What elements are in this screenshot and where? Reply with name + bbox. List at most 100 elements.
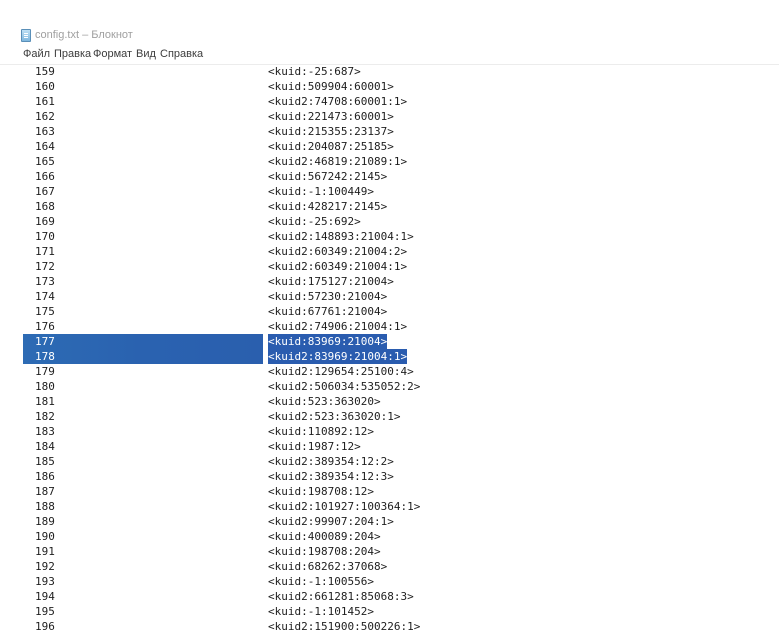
text-line[interactable]: 172 <kuid2:60349:21004:1>: [0, 259, 779, 274]
line-text: <kuid:110892:12>: [268, 425, 374, 438]
line-number: 164: [35, 140, 55, 153]
line-text: <kuid2:46819:21089:1>: [268, 155, 408, 168]
selection-highlight: [23, 334, 263, 349]
text-line[interactable]: 181 <kuid:523:363020>: [0, 394, 779, 409]
menu-edit[interactable]: Правка: [54, 48, 91, 60]
line-number: 180: [35, 380, 55, 393]
menu-file[interactable]: Файл: [23, 48, 50, 60]
line-text: <kuid2:60349:21004:1>: [268, 260, 408, 273]
text-line[interactable]: 194 <kuid2:661281:85068:3>: [0, 589, 779, 604]
text-line[interactable]: 174 <kuid:57230:21004>: [0, 289, 779, 304]
text-line[interactable]: 162 <kuid:221473:60001>: [0, 109, 779, 124]
line-number: 196: [35, 620, 55, 633]
line-text: <kuid:1987:12>: [268, 440, 361, 453]
line-text: <kuid2:74906:21004:1>: [268, 320, 408, 333]
line-number: 182: [35, 410, 55, 423]
line-text: <kuid:428217:2145>: [268, 200, 388, 213]
line-number: 185: [35, 455, 55, 468]
line-text: <kuid:-1:100449>: [268, 185, 374, 198]
text-line[interactable]: 182 <kuid2:523:363020:1>: [0, 409, 779, 424]
line-text: <kuid:-25:687>: [268, 65, 361, 78]
line-text: <kuid:175127:21004>: [268, 275, 394, 288]
text-line[interactable]: 188 <kuid2:101927:100364:1>: [0, 499, 779, 514]
line-text: <kuid2:129654:25100:4>: [268, 365, 414, 378]
line-number: 174: [35, 290, 55, 303]
line-text: <kuid:215355:23137>: [268, 125, 394, 138]
text-line[interactable]: 191 <kuid:198708:204>: [0, 544, 779, 559]
text-line[interactable]: 186 <kuid2:389354:12:3>: [0, 469, 779, 484]
line-number: 162: [35, 110, 55, 123]
text-line[interactable]: 189 <kuid2:99907:204:1>: [0, 514, 779, 529]
text-line[interactable]: 173 <kuid:175127:21004>: [0, 274, 779, 289]
text-line[interactable]: 196 <kuid2:151900:500226:1>: [0, 619, 779, 634]
menu-help[interactable]: Справка: [160, 48, 203, 60]
line-number: 194: [35, 590, 55, 603]
text-line[interactable]: 190 <kuid:400089:204>: [0, 529, 779, 544]
line-text: <kuid2:83969:21004:1>: [268, 349, 408, 364]
menu-format[interactable]: Формат: [93, 48, 132, 60]
text-line[interactable]: 165 <kuid2:46819:21089:1>: [0, 154, 779, 169]
line-text: <kuid:221473:60001>: [268, 110, 394, 123]
line-text: <kuid:-1:100556>: [268, 575, 374, 588]
line-text: <kuid2:60349:21004:2>: [268, 245, 408, 258]
menu-view[interactable]: Вид: [136, 48, 156, 60]
line-number: 193: [35, 575, 55, 588]
line-number: 175: [35, 305, 55, 318]
text-line[interactable]: 171 <kuid2:60349:21004:2>: [0, 244, 779, 259]
line-number: 191: [35, 545, 55, 558]
text-line[interactable]: 179 <kuid2:129654:25100:4>: [0, 364, 779, 379]
text-line[interactable]: 187 <kuid:198708:12>: [0, 484, 779, 499]
text-editor[interactable]: 159 <kuid:-25:687> 160 <kuid:509904:60001> 1…: [0, 64, 779, 637]
title-bar: config.txt – Блокнот: [0, 0, 779, 46]
line-text: <kuid2:148893:21004:1>: [268, 230, 414, 243]
text-line[interactable]: 192 <kuid:68262:37068>: [0, 559, 779, 574]
text-line[interactable]: 175 <kuid:67761:21004>: [0, 304, 779, 319]
line-number: 169: [35, 215, 55, 228]
line-number: 181: [35, 395, 55, 408]
line-number: 168: [35, 200, 55, 213]
line-number: 166: [35, 170, 55, 183]
line-number: 172: [35, 260, 55, 273]
line-text: <kuid2:101927:100364:1>: [268, 500, 421, 513]
text-line[interactable]: 163 <kuid:215355:23137>: [0, 124, 779, 139]
text-line[interactable]: 195 <kuid:-1:101452>: [0, 604, 779, 619]
text-line[interactable]: 159 <kuid:-25:687>: [0, 64, 779, 79]
text-line[interactable]: 170 <kuid2:148893:21004:1>: [0, 229, 779, 244]
text-line[interactable]: 183 <kuid:110892:12>: [0, 424, 779, 439]
line-text: <kuid2:99907:204:1>: [268, 515, 394, 528]
line-number: 178: [35, 350, 55, 363]
text-line[interactable]: 167 <kuid:-1:100449>: [0, 184, 779, 199]
text-line[interactable]: 169 <kuid:-25:692>: [0, 214, 779, 229]
line-text: <kuid:204087:25185>: [268, 140, 394, 153]
line-number: 188: [35, 500, 55, 513]
text-line[interactable]: 180 <kuid2:506034:535052:2>: [0, 379, 779, 394]
text-line[interactable]: 168 <kuid:428217:2145>: [0, 199, 779, 214]
line-number: 190: [35, 530, 55, 543]
line-text: <kuid2:74708:60001:1>: [268, 95, 408, 108]
line-text: <kuid2:389354:12:2>: [268, 455, 394, 468]
selection-highlight: [23, 349, 263, 364]
selected-line[interactable]: 178 <kuid2:83969:21004:1>: [0, 349, 779, 364]
line-text: <kuid2:523:363020:1>: [268, 410, 401, 423]
line-number: 189: [35, 515, 55, 528]
line-number: 173: [35, 275, 55, 288]
line-number: 167: [35, 185, 55, 198]
line-text: <kuid:567242:2145>: [268, 170, 388, 183]
text-line[interactable]: 193 <kuid:-1:100556>: [0, 574, 779, 589]
text-line[interactable]: 161 <kuid2:74708:60001:1>: [0, 94, 779, 109]
line-number: 179: [35, 365, 55, 378]
line-number: 163: [35, 125, 55, 138]
line-text: <kuid:57230:21004>: [268, 290, 388, 303]
line-number: 160: [35, 80, 55, 93]
line-number: 159: [35, 65, 55, 78]
text-line[interactable]: 166 <kuid:567242:2145>: [0, 169, 779, 184]
selected-line[interactable]: 177 <kuid:83969:21004>: [0, 334, 779, 349]
text-line[interactable]: 185 <kuid2:389354:12:2>: [0, 454, 779, 469]
line-number: 195: [35, 605, 55, 618]
text-line[interactable]: 164 <kuid:204087:25185>: [0, 139, 779, 154]
line-text: <kuid:-1:101452>: [268, 605, 374, 618]
text-line[interactable]: 176 <kuid2:74906:21004:1>: [0, 319, 779, 334]
text-line[interactable]: 160 <kuid:509904:60001>: [0, 79, 779, 94]
text-line[interactable]: 184 <kuid:1987:12>: [0, 439, 779, 454]
line-number: 192: [35, 560, 55, 573]
